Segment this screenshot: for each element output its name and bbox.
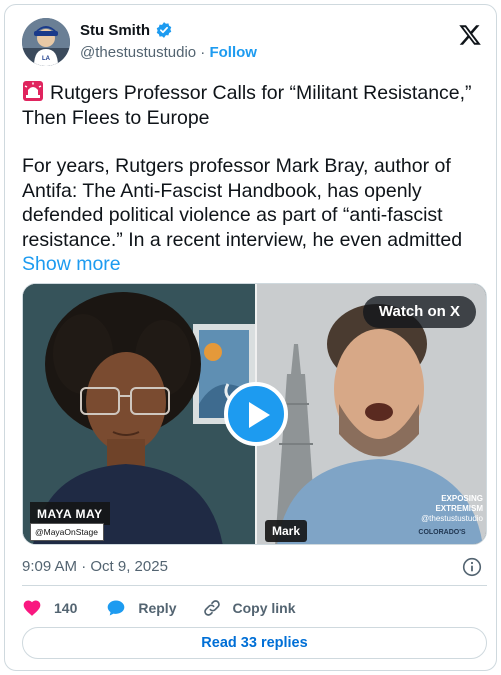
- x-logo-icon[interactable]: [458, 23, 482, 47]
- watermark-title: EXPOSING EXTREMISM: [435, 494, 483, 513]
- divider-line: [22, 585, 487, 586]
- copy-link-button[interactable]: Copy link: [202, 598, 296, 618]
- svg-text:LA: LA: [42, 56, 51, 62]
- video-watermark: EXPOSING EXTREMISM @thestustustudio: [393, 494, 483, 524]
- play-button[interactable]: [224, 382, 288, 446]
- heart-icon: [23, 600, 41, 616]
- tweet-body-para: For years, Rutgers professor Mark Bray, …: [22, 154, 484, 277]
- author-handle-row: @thestustustudio · Follow: [80, 44, 257, 61]
- siren-icon: [22, 80, 44, 102]
- play-icon: [249, 402, 270, 428]
- reply-label: Reply: [138, 600, 177, 616]
- avatar[interactable]: LA: [22, 18, 70, 66]
- tweet-body: For years, Rutgers professor Mark Bray, …: [22, 155, 463, 251]
- tweet-title-line: Rutgers Professor Calls for “Militant Re…: [22, 80, 484, 130]
- shirt-text: COLORADO'S: [418, 529, 465, 536]
- watch-on-x-button[interactable]: Watch on X: [362, 296, 476, 328]
- verified-badge-icon: [155, 21, 173, 39]
- right-speaker-name-tag: Mark: [265, 520, 308, 542]
- left-speaker-name-tag: MAYA MAY: [30, 502, 110, 525]
- watermark-handle: @thestustustudio: [421, 514, 483, 523]
- reply-bubble-icon: [108, 600, 125, 616]
- author-name-row: Stu Smith: [80, 21, 173, 39]
- like-count: 140: [54, 600, 78, 616]
- left-speaker-handle-tag: @MayaOnStage: [30, 523, 104, 541]
- show-more-link[interactable]: Show more: [22, 253, 121, 275]
- tweet-text: Rutgers Professor Calls for “Militant Re…: [22, 80, 484, 277]
- video-player[interactable]: COLORADO'S MAYA MAY @MayaOnStage Mark EX…: [22, 283, 487, 545]
- reply-button[interactable]: Reply: [106, 598, 176, 618]
- action-bar: 140 Reply Copy link: [22, 596, 296, 620]
- follow-button[interactable]: Follow: [209, 44, 257, 61]
- tweet-title: Rutgers Professor Calls for “Militant Re…: [22, 82, 472, 129]
- tweet-timestamp[interactable]: 9:09 AM · Oct 9, 2025: [22, 558, 168, 575]
- like-button[interactable]: 140: [22, 598, 77, 618]
- handle-separator: ·: [196, 44, 210, 61]
- link-icon: [204, 600, 221, 616]
- author-display-name[interactable]: Stu Smith: [80, 22, 150, 39]
- copy-link-label: Copy link: [232, 600, 296, 616]
- author-handle[interactable]: @thestustustudio: [80, 44, 196, 61]
- read-replies-button[interactable]: Read 33 replies: [22, 627, 487, 659]
- tweet-card: LA Stu Smith @thestustustudio · Follow R…: [4, 4, 497, 671]
- info-icon[interactable]: [462, 557, 482, 577]
